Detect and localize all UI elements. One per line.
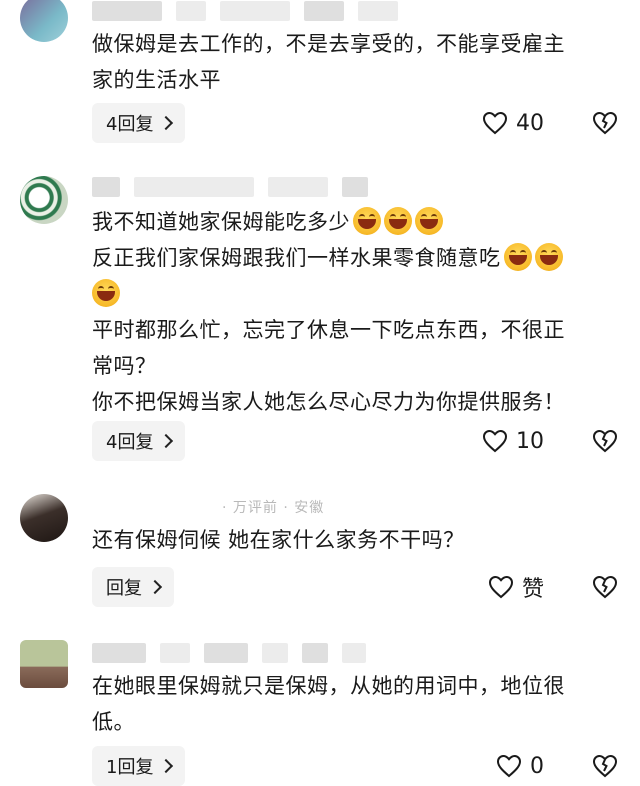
- grinning-squint-emoji: [534, 243, 563, 271]
- like-label: 赞: [521, 577, 544, 602]
- comment-text: 在她眼里保姆就只是保姆，从她的用词中，地位很 低。: [92, 674, 565, 734]
- comment-meta: · 万评前 · 安徽: [222, 500, 325, 516]
- grinning-squint-emoji: [353, 207, 381, 235]
- username-blurred: [92, 0, 398, 22]
- comment-actions: 40: [482, 103, 618, 143]
- like-button[interactable]: 0: [496, 754, 544, 779]
- comment-text: 做保姆是去工作的，不是去享受的，不能享受雇主 家的生活水平: [92, 32, 565, 92]
- reply-count-button[interactable]: 4回复: [92, 103, 186, 143]
- avatar[interactable]: [20, 176, 68, 224]
- dislike-button[interactable]: [592, 111, 618, 135]
- comment-actions: 赞: [488, 567, 618, 607]
- reply-count-button[interactable]: 1回复: [92, 746, 186, 786]
- like-count: 10: [516, 428, 544, 454]
- comment-text: 还有保姆伺候 她在家什么家务不干吗？: [92, 528, 465, 552]
- like-count: 0: [530, 753, 544, 779]
- username-blurred: [92, 642, 366, 664]
- dislike-button[interactable]: [592, 575, 618, 599]
- broken-heart-icon: [592, 429, 618, 453]
- chevron-right-icon: [159, 115, 174, 131]
- heart-outline-icon: [488, 575, 513, 599]
- heart-outline-icon: [482, 111, 508, 135]
- like-button[interactable]: 赞: [488, 571, 544, 603]
- avatar[interactable]: [20, 494, 68, 542]
- avatar[interactable]: [20, 640, 68, 688]
- heart-outline-icon: [496, 754, 522, 778]
- comment-actions: 10: [482, 421, 618, 461]
- like-button[interactable]: 40: [482, 111, 544, 136]
- dislike-button[interactable]: [592, 754, 618, 778]
- reply-button[interactable]: 回复: [92, 567, 174, 607]
- like-button[interactable]: 10: [482, 429, 544, 454]
- chevron-right-icon: [159, 433, 174, 449]
- chevron-right-icon: [147, 579, 163, 595]
- grinning-squint-emoji: [503, 243, 532, 271]
- avatar[interactable]: [20, 0, 68, 42]
- broken-heart-icon: [592, 754, 618, 778]
- dislike-button[interactable]: [592, 429, 618, 453]
- chevron-right-icon: [159, 758, 174, 774]
- grinning-squint-emoji: [415, 207, 443, 235]
- reply-count-button[interactable]: 4回复: [92, 421, 186, 461]
- grinning-squint-emoji: [92, 279, 120, 307]
- comment-text: 我不知道她家保姆能吃多少 反正我们家保姆跟我们一样水果零食随意吃 平时都那么忙，…: [92, 204, 612, 420]
- grinning-squint-emoji: [384, 207, 412, 235]
- heart-outline-icon: [482, 429, 508, 453]
- username-blurred: [92, 176, 368, 198]
- broken-heart-icon: [592, 111, 618, 135]
- like-count: 40: [516, 110, 544, 136]
- broken-heart-icon: [592, 575, 618, 599]
- comment-actions: 0: [496, 746, 618, 786]
- username-blurred: · 万评前 · 安徽: [92, 496, 324, 518]
